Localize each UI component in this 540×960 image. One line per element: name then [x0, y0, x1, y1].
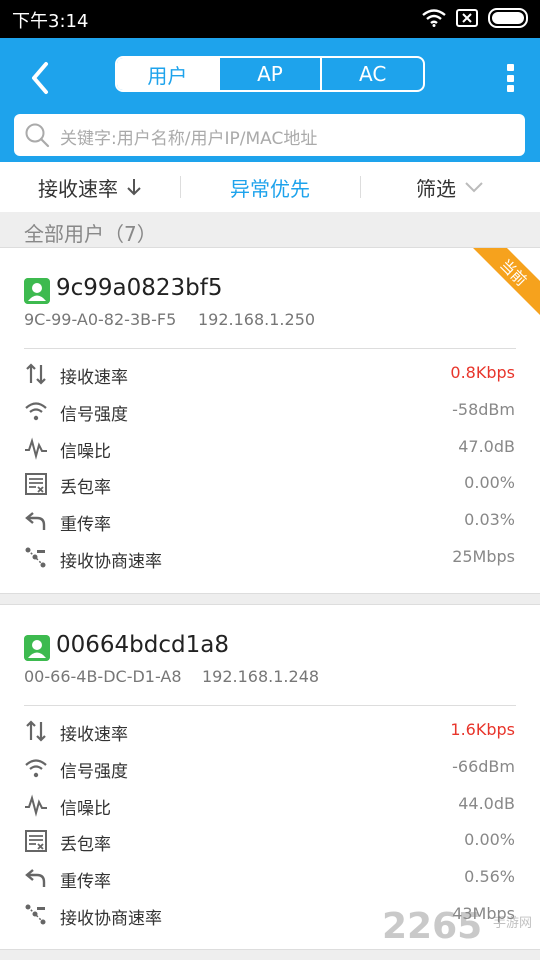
metric-row: 重传率 0.03% — [0, 503, 540, 540]
user-ip: 192.168.1.248 — [202, 667, 320, 686]
watermark-number: 2265 — [382, 906, 483, 947]
metric-value: 1.6Kbps — [450, 720, 515, 739]
user-icon — [24, 278, 50, 304]
filter-label: 筛选 — [416, 176, 456, 201]
view-tabs: 用户 AP AC — [115, 56, 425, 92]
user-name: 00664bdcd1a8 — [56, 632, 229, 658]
status-icons — [422, 8, 530, 28]
abnormal-priority-button[interactable]: 异常优先 — [180, 162, 360, 212]
waveform-icon — [25, 437, 47, 460]
metrics-list: 接收速率 1.6Kbps 信号强度 -66dBm 信噪比 44.0dB 丢包率 … — [0, 713, 540, 934]
sort-bar: 接收速率 异常优先 筛选 — [0, 162, 540, 212]
user-card[interactable]: 当前 9c99a0823bf5 9C-99-A0-82-3B-F5 192.16… — [0, 248, 540, 594]
divider — [24, 348, 516, 349]
metric-value: 0.8Kbps — [450, 363, 515, 382]
more-menu-icon[interactable] — [504, 64, 516, 92]
search-placeholder: 关键字:用户名称/用户IP/MAC地址 — [60, 129, 318, 149]
tab-ac[interactable]: AC — [322, 58, 423, 90]
metric-row: 接收速率 0.8Kbps — [0, 356, 540, 393]
battery-icon — [488, 8, 528, 28]
metric-label: 重传率 — [60, 872, 111, 893]
search-icon — [25, 123, 50, 148]
metric-row: 丢包率 0.00% — [0, 466, 540, 503]
metric-value: 44.0dB — [458, 793, 515, 813]
user-mac: 9C-99-A0-82-3B-F5 — [24, 310, 177, 329]
sort-label: 接收速率 — [38, 176, 118, 201]
metric-row: 信噪比 47.0dB — [0, 430, 540, 467]
metric-row: 接收速率 1.6Kbps — [0, 713, 540, 750]
negotiated-rate-icon — [25, 547, 46, 568]
metric-row: 信号强度 -66dBm — [0, 750, 540, 787]
metric-label: 接收速率 — [60, 725, 128, 745]
metric-label: 信噪比 — [60, 441, 111, 462]
watermark: 2265 手游网 — [382, 906, 532, 950]
watermark-suffix: 手游网 — [492, 916, 532, 931]
metric-value: -58dBm — [452, 399, 515, 419]
section-header: 全部用户（7） — [0, 212, 540, 248]
metric-label: 接收协商速率 — [60, 551, 162, 572]
retransmit-icon — [25, 512, 46, 531]
divider — [24, 705, 516, 706]
packet-loss-icon — [25, 830, 47, 853]
negotiated-rate-icon — [25, 904, 46, 925]
status-time: 下午3:14 — [12, 11, 89, 32]
metrics-list: 接收速率 0.8Kbps 信号强度 -58dBm 信噪比 47.0dB 丢包率 … — [0, 356, 540, 577]
tab-ap[interactable]: AP — [220, 58, 323, 90]
metric-value: 0.00% — [464, 473, 515, 493]
metric-row: 信噪比 44.0dB — [0, 787, 540, 824]
metric-label: 信噪比 — [60, 798, 111, 819]
filter-button[interactable]: 筛选 — [360, 162, 540, 212]
user-mac: 00-66-4B-DC-D1-A8 — [24, 667, 182, 686]
metric-label: 丢包率 — [60, 478, 111, 499]
app-header: 用户 AP AC 关键字:用户名称/用户IP/MAC地址 — [0, 38, 540, 162]
chevron-down-icon — [465, 182, 483, 193]
section-title: 全部用户（7） — [24, 222, 157, 246]
metric-label: 丢包率 — [60, 835, 111, 856]
metric-value: 0.56% — [464, 867, 515, 887]
user-card[interactable]: 00664bdcd1a8 00-66-4B-DC-D1-A8 192.168.1… — [0, 604, 540, 950]
metric-row: 丢包率 0.00% — [0, 823, 540, 860]
wifi-icon — [25, 759, 47, 777]
user-ip: 192.168.1.250 — [198, 310, 316, 329]
wifi-signal-icon — [422, 9, 446, 27]
search-input[interactable]: 关键字:用户名称/用户IP/MAC地址 — [14, 114, 525, 156]
no-sim-icon — [456, 9, 478, 27]
sort-by-receive-rate[interactable]: 接收速率 — [0, 162, 180, 212]
metric-row: 接收协商速率 25Mbps — [0, 540, 540, 577]
updown-arrows-icon — [26, 720, 46, 742]
arrow-down-icon — [127, 179, 141, 196]
metric-value: 25Mbps — [452, 546, 515, 566]
updown-arrows-icon — [26, 363, 46, 385]
back-arrow-icon[interactable] — [24, 58, 60, 98]
metric-label: 接收协商速率 — [60, 908, 162, 929]
metric-value: 0.00% — [464, 830, 515, 850]
user-name: 9c99a0823bf5 — [56, 275, 223, 301]
waveform-icon — [25, 794, 47, 817]
metric-row: 信号强度 -58dBm — [0, 393, 540, 430]
metric-label: 信号强度 — [60, 761, 128, 782]
metric-label: 信号强度 — [60, 404, 128, 425]
current-badge: 当前 — [463, 248, 540, 323]
metric-value: 0.03% — [464, 510, 515, 530]
metric-value: 47.0dB — [458, 436, 515, 456]
packet-loss-icon — [25, 473, 47, 496]
metric-value: -66dBm — [452, 756, 515, 776]
metric-row: 重传率 0.56% — [0, 860, 540, 897]
retransmit-icon — [25, 869, 46, 888]
metric-label: 接收速率 — [60, 368, 128, 388]
status-bar: 下午3:14 — [0, 0, 540, 38]
metric-label: 重传率 — [60, 515, 111, 536]
user-icon — [24, 635, 50, 661]
tab-users[interactable]: 用户 — [117, 58, 220, 90]
wifi-icon — [25, 402, 47, 420]
